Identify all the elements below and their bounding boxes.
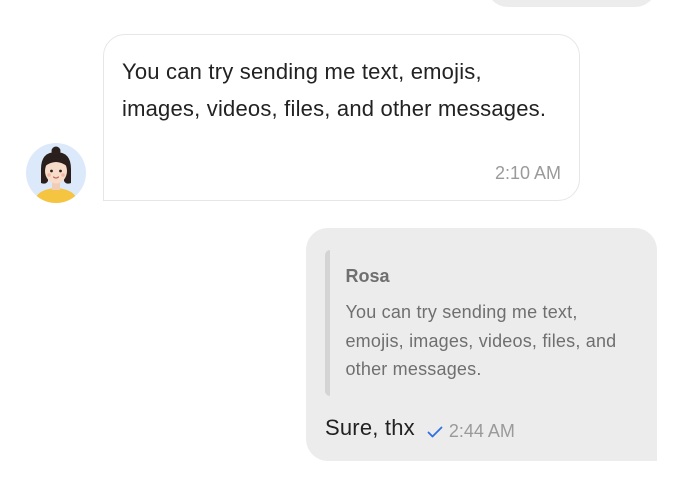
previous-message-bubble — [486, 0, 657, 7]
quote-text: You can try sending me text, emojis, ima… — [345, 302, 617, 379]
user-avatar-icon[interactable] — [26, 143, 86, 203]
outgoing-message-bubble[interactable]: Rosa You can try sending me text, emojis… — [306, 228, 657, 461]
outgoing-message-text: Sure, thx — [325, 414, 415, 440]
quote-author: Rosa — [345, 266, 390, 286]
incoming-message-time: 2:10 AM — [494, 163, 561, 183]
quoted-message[interactable]: Rosa You can try sending me text, emojis… — [325, 250, 641, 396]
incoming-message-bubble[interactable]: You can try sending me text, emojis, ima… — [103, 34, 580, 201]
outgoing-message-time: 2:44 AM — [448, 421, 515, 441]
incoming-message-text: You can try sending me text, emojis, ima… — [122, 59, 547, 121]
sent-check-icon — [427, 426, 443, 438]
